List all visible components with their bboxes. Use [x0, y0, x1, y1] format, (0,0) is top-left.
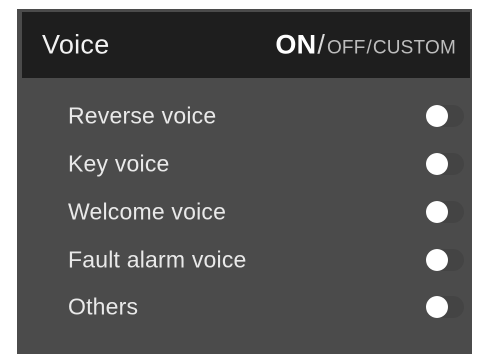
setting-label: Fault alarm voice [68, 246, 247, 273]
fault-alarm-voice-toggle[interactable] [426, 249, 464, 271]
setting-row-key-voice: Key voice [68, 144, 464, 184]
setting-row-reverse-voice: Reverse voice [68, 96, 464, 136]
setting-label: Reverse voice [68, 102, 217, 129]
reverse-voice-toggle[interactable] [426, 105, 464, 127]
setting-row-fault-alarm-voice: Fault alarm voice [68, 240, 464, 280]
setting-label: Key voice [68, 150, 170, 177]
key-voice-toggle[interactable] [426, 153, 464, 175]
toggle-knob [426, 249, 448, 271]
toggle-knob [426, 296, 448, 318]
setting-label: Welcome voice [68, 198, 227, 225]
setting-row-others: Others [68, 287, 464, 327]
setting-row-welcome-voice: Welcome voice [68, 192, 464, 232]
toggle-knob [426, 201, 448, 223]
toggle-knob [426, 105, 448, 127]
setting-label: Others [68, 293, 139, 320]
voice-settings-list: Reverse voice Key voice Welcome voice Fa… [0, 0, 489, 354]
welcome-voice-toggle[interactable] [426, 201, 464, 223]
toggle-knob [426, 153, 448, 175]
others-toggle[interactable] [426, 296, 464, 318]
